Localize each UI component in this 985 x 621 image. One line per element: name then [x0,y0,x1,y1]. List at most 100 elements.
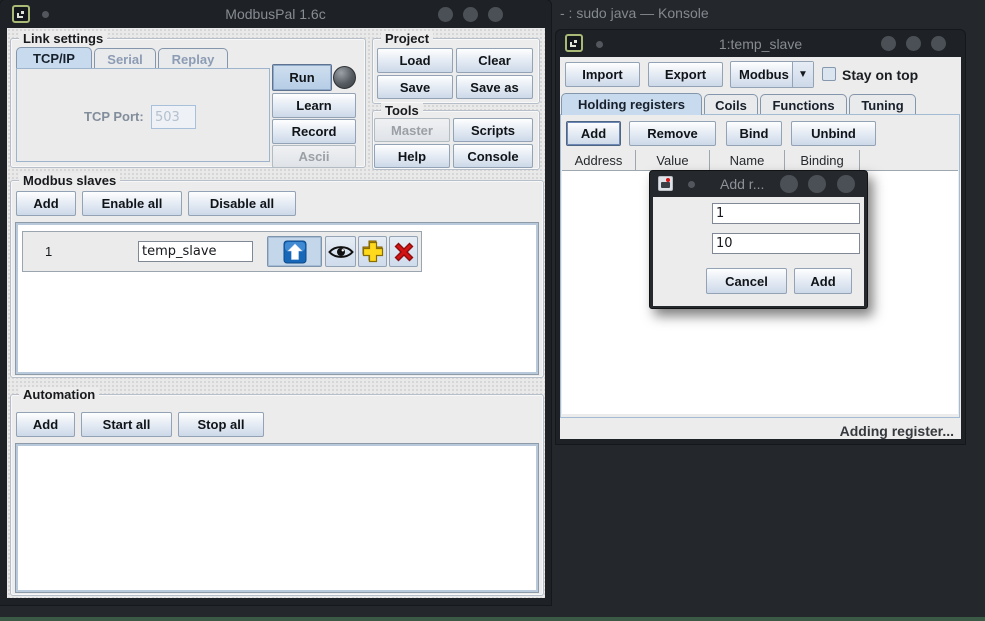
from-input[interactable] [712,203,860,224]
maximize-button[interactable] [463,7,478,22]
minimize-button[interactable] [780,175,798,193]
slave-add-register-button[interactable] [358,236,387,267]
export-button[interactable]: Export [648,62,723,87]
console-button[interactable]: Console [453,144,533,168]
start-all-button[interactable]: Start all [81,412,172,437]
start-all-label: Start all [103,417,151,432]
learn-button[interactable]: Learn [272,93,356,118]
column-header-binding[interactable]: Binding [785,150,860,171]
run-label: Run [289,70,314,85]
chevron-down-icon: ▼ [792,62,813,87]
register-remove-button[interactable]: Remove [629,121,716,146]
help-button[interactable]: Help [374,144,450,168]
tab-coils[interactable]: Coils [704,94,758,115]
column-header-address[interactable]: Address [562,150,636,171]
scripts-button[interactable]: Scripts [453,118,533,142]
save-button[interactable]: Save [377,75,453,99]
binding-header-label: Binding [800,153,843,168]
tab-tcpip-label: TCP/IP [33,51,75,66]
help-label: Help [398,149,426,164]
automation-add-label: Add [33,417,58,432]
import-label: Import [582,67,622,82]
tab-replay[interactable]: Replay [158,48,228,69]
register-unbind-button[interactable]: Unbind [791,121,876,146]
konsole-titlebar-text: - : sudo java — Konsole [560,5,709,21]
tcp-port-input[interactable] [151,105,196,129]
ascii-button: Ascii [272,145,356,168]
automation-add-button[interactable]: Add [16,412,75,437]
run-button[interactable]: Run [272,64,332,91]
maximize-button[interactable] [906,36,921,51]
address-header-label: Address [575,153,623,168]
dialog-app-icon [658,176,673,191]
console-label: Console [467,149,518,164]
dialog-title: Add r... [720,176,764,192]
master-label: Master [391,123,433,138]
modbus-slaves-title: Modbus slaves [19,173,120,188]
clear-button[interactable]: Clear [456,48,533,73]
stop-all-button[interactable]: Stop all [178,412,264,437]
master-button: Master [374,118,450,142]
dialog-titlebar[interactable]: Add r... [650,171,867,197]
temp-slave-window-title: 1:temp_slave [556,36,965,52]
learn-label: Learn [296,98,331,113]
tab-tcpip[interactable]: TCP/IP [16,47,92,68]
name-header-label: Name [730,153,765,168]
tab-functions[interactable]: Functions [760,94,847,115]
slave-add-button[interactable]: Add [16,191,76,216]
slave-name-input[interactable] [138,241,253,262]
eye-icon [328,244,354,260]
close-button[interactable] [931,36,946,51]
dialog-add-button[interactable]: Add [794,268,852,294]
tab-tuning[interactable]: Tuning [849,94,916,115]
slave-id: 1 [45,244,52,259]
record-label: Record [292,124,337,139]
save-as-button[interactable]: Save as [456,75,533,99]
column-header-name[interactable]: Name [710,150,785,171]
record-button[interactable]: Record [272,119,356,144]
close-button[interactable] [837,175,855,193]
tcp-port-label: TCP Port: [84,109,144,124]
add-label: Add [810,274,835,289]
robot-icon [659,177,672,190]
modbus-mode-value: Modbus [739,67,789,82]
to-input[interactable] [712,233,860,254]
load-button[interactable]: Load [377,48,453,73]
tab-tuning-label: Tuning [861,98,903,113]
tools-title: Tools [381,103,423,118]
register-remove-label: Remove [647,126,698,141]
tab-serial[interactable]: Serial [94,48,156,69]
register-unbind-label: Unbind [811,126,856,141]
cancel-label: Cancel [725,274,768,289]
enable-all-button[interactable]: Enable all [82,191,182,216]
tab-holding-registers-label: Holding registers [578,97,685,112]
import-button[interactable]: Import [565,62,640,87]
column-header-value[interactable]: Value [636,150,710,171]
tab-holding-registers[interactable]: Holding registers [561,93,702,115]
dialog-cancel-button[interactable]: Cancel [706,268,787,294]
stay-on-top-checkbox[interactable] [822,67,836,81]
register-add-label: Add [581,126,606,141]
minimize-button[interactable] [881,36,896,51]
tab-serial-label: Serial [107,52,142,67]
modbuspal-titlebar[interactable]: ModbusPal 1.6c [0,0,551,28]
project-title: Project [381,31,433,46]
titlebar-pin-dot-icon [688,181,695,188]
slave-enabled-toggle-button[interactable] [267,236,322,267]
close-button[interactable] [488,7,503,22]
minimize-button[interactable] [438,7,453,22]
tab-functions-label: Functions [772,98,834,113]
slave-delete-button[interactable] [389,236,418,267]
scripts-label: Scripts [471,123,515,138]
disable-all-button[interactable]: Disable all [188,191,296,216]
maximize-button[interactable] [808,175,826,193]
register-add-button[interactable]: Add [566,121,621,146]
stay-on-top-label[interactable]: Stay on top [842,67,918,83]
temp-slave-titlebar[interactable]: 1:temp_slave [556,30,965,57]
plus-icon [361,240,385,264]
modbus-mode-dropdown[interactable]: Modbus ▼ [730,61,814,88]
tab-coils-label: Coils [715,98,747,113]
slave-view-button[interactable] [325,236,356,267]
status-bar-text: Adding register... [560,423,954,439]
register-bind-button[interactable]: Bind [726,121,782,146]
